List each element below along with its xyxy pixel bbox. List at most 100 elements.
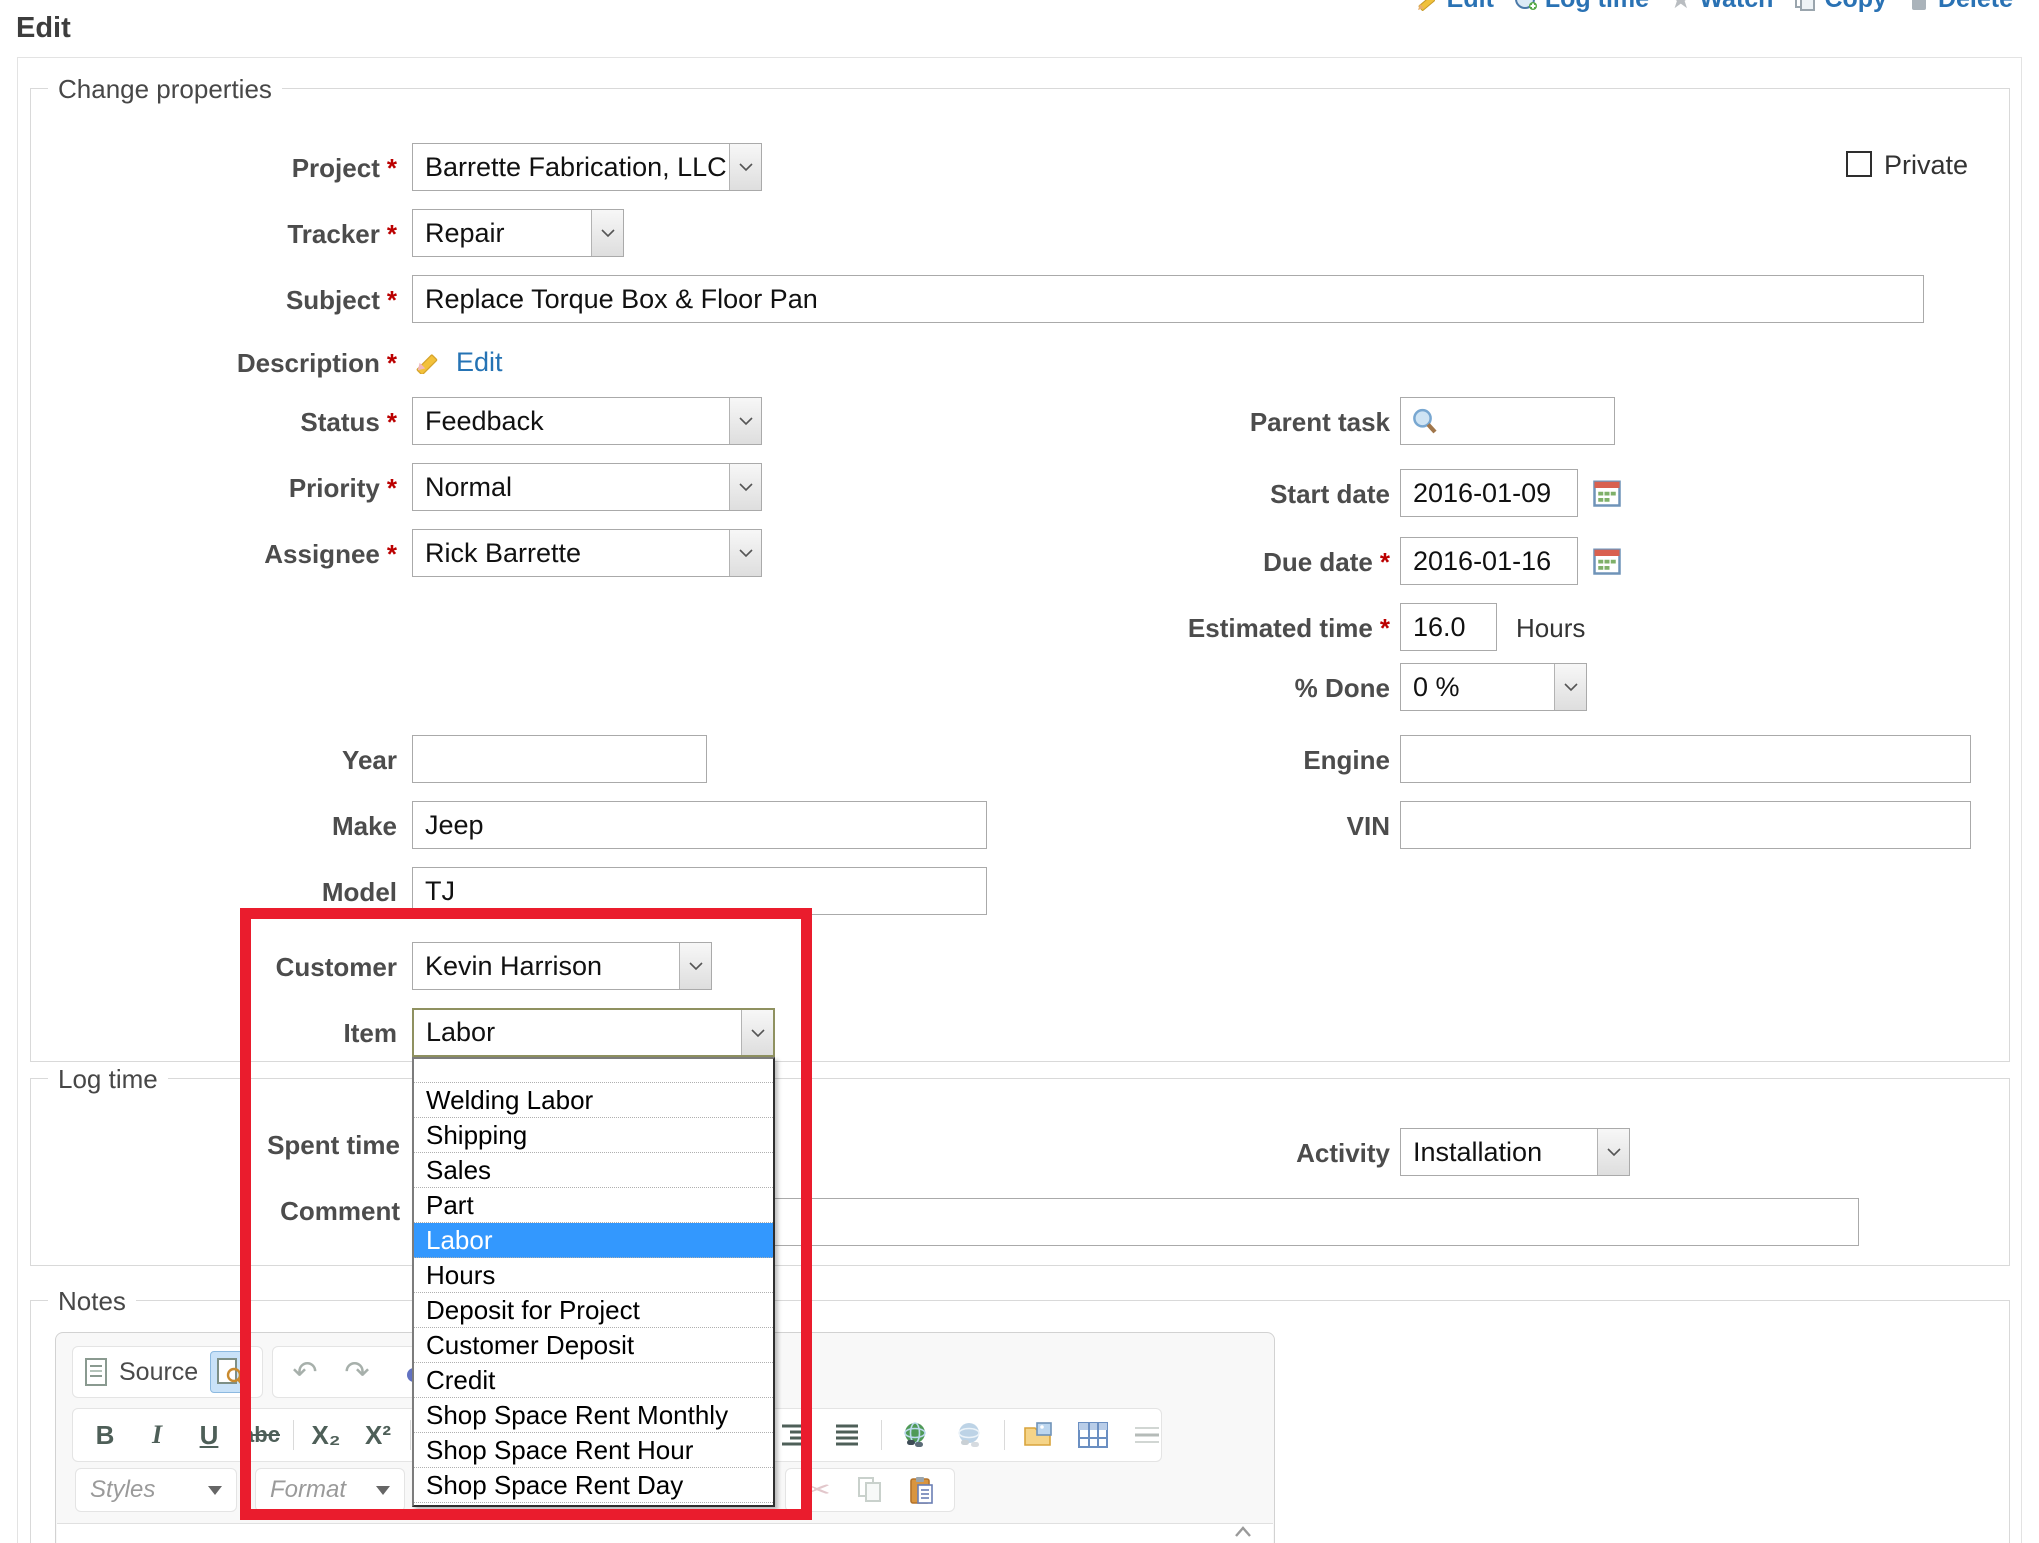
dropdown-option[interactable]: Credit xyxy=(414,1363,773,1398)
copy-pages-icon xyxy=(858,1477,882,1503)
dropdown-option[interactable]: Part xyxy=(414,1188,773,1223)
document-icon xyxy=(85,1358,107,1386)
chevron-down-icon[interactable] xyxy=(679,943,711,989)
issue-action-toolbar: Edit Log time ★ Watch Copy Delete xyxy=(1416,0,2013,15)
italic-button[interactable]: I xyxy=(137,1414,177,1456)
copy-icon xyxy=(1793,0,1817,12)
priority-select-value: Normal xyxy=(413,472,729,503)
trash-icon xyxy=(1907,0,1931,12)
copy-action-link[interactable]: Copy xyxy=(1793,0,1887,14)
make-input[interactable] xyxy=(412,801,987,849)
strikethrough-icon: abc xyxy=(242,1422,280,1448)
chevron-down-icon[interactable] xyxy=(1597,1129,1629,1175)
dropdown-option[interactable]: Sales xyxy=(414,1153,773,1188)
activity-select-value: Installation xyxy=(1401,1137,1597,1168)
priority-select[interactable]: Normal xyxy=(412,463,762,511)
styles-dropdown-label: Styles xyxy=(90,1476,155,1504)
model-input[interactable] xyxy=(412,867,987,915)
paste-button[interactable] xyxy=(902,1472,942,1508)
dropdown-option-selected[interactable]: Labor xyxy=(414,1223,773,1258)
done-ratio-select[interactable]: 0 % xyxy=(1400,663,1587,711)
undo-button[interactable]: ↶ xyxy=(285,1351,325,1393)
superscript-button[interactable]: X² xyxy=(358,1414,398,1456)
chevron-down-icon[interactable] xyxy=(729,464,761,510)
underline-button[interactable]: U xyxy=(189,1414,229,1456)
copy-button[interactable] xyxy=(850,1472,890,1508)
superscript-icon: X² xyxy=(365,1420,391,1451)
dropdown-option[interactable]: Deposit for Project xyxy=(414,1293,773,1328)
change-properties-legend: Change properties xyxy=(48,74,282,105)
edit-action-link[interactable]: Edit xyxy=(1416,0,1494,14)
due-date-input[interactable] xyxy=(1400,537,1578,585)
assignee-select[interactable]: Rick Barrette xyxy=(412,529,762,577)
subject-input[interactable] xyxy=(412,275,1924,323)
chevron-down-icon[interactable] xyxy=(741,1010,773,1055)
source-button[interactable]: Source xyxy=(119,1358,198,1387)
log-time-action-link[interactable]: Log time xyxy=(1514,0,1649,14)
unlink-button[interactable] xyxy=(950,1414,990,1456)
project-select[interactable]: Barrette Fabrication, LLC xyxy=(412,143,762,191)
copy-action-label: Copy xyxy=(1824,0,1887,14)
chevron-down-icon[interactable] xyxy=(1554,664,1586,710)
status-select[interactable]: Feedback xyxy=(412,397,762,445)
image-button[interactable] xyxy=(1019,1414,1059,1456)
activity-select[interactable]: Installation xyxy=(1400,1128,1630,1176)
dropdown-option[interactable]: Shop Space Rent Monthly xyxy=(414,1398,773,1433)
caret-down-icon xyxy=(208,1486,222,1495)
start-date-input[interactable] xyxy=(1400,469,1578,517)
align-justify-icon xyxy=(834,1423,860,1447)
paste-clipboard-icon xyxy=(910,1476,934,1504)
link-button[interactable] xyxy=(896,1414,936,1456)
delete-action-link[interactable]: Delete xyxy=(1907,0,2013,14)
engine-input[interactable] xyxy=(1400,735,1971,783)
dropdown-option[interactable]: Customer Deposit xyxy=(414,1328,773,1363)
done-ratio-select-value: 0 % xyxy=(1401,672,1554,703)
chevron-down-icon[interactable] xyxy=(729,144,761,190)
watch-action-link[interactable]: ★ Watch xyxy=(1669,0,1773,15)
dropdown-option[interactable]: Welding Labor xyxy=(414,1083,773,1118)
styles-dropdown[interactable]: Styles xyxy=(75,1468,237,1512)
dropdown-option[interactable]: Hours xyxy=(414,1258,773,1293)
status-select-value: Feedback xyxy=(413,406,729,437)
chevron-down-icon[interactable] xyxy=(591,210,623,256)
underline-icon: U xyxy=(200,1420,219,1451)
customer-select[interactable]: Kevin Harrison xyxy=(412,942,712,990)
image-icon xyxy=(1024,1422,1054,1448)
assignee-select-value: Rick Barrette xyxy=(413,538,729,569)
year-input[interactable] xyxy=(412,735,707,783)
item-select-value: Labor xyxy=(414,1017,741,1048)
redo-button[interactable]: ↷ xyxy=(337,1351,377,1393)
horizontal-rule-button[interactable] xyxy=(1127,1414,1167,1456)
subscript-button[interactable]: X₂ xyxy=(306,1414,346,1456)
caret-down-icon xyxy=(376,1486,390,1495)
editor-history-group: ↶ ↷ xyxy=(272,1346,432,1398)
toolbar-separator xyxy=(1004,1420,1005,1450)
issue-edit-page: Edit Log time ★ Watch Copy Delete Edit C… xyxy=(0,0,2039,1543)
vin-input[interactable] xyxy=(1400,801,1971,849)
private-checkbox[interactable] xyxy=(1846,151,1872,177)
tracker-select[interactable]: Repair xyxy=(412,209,624,257)
align-justify-button[interactable] xyxy=(827,1414,867,1456)
link-globe-icon xyxy=(901,1421,931,1449)
editor-insert-cluster xyxy=(773,1414,1167,1456)
dropdown-option[interactable]: Shop Space Rent Day xyxy=(414,1468,773,1503)
table-button[interactable] xyxy=(1073,1414,1113,1456)
notes-editor-content[interactable] xyxy=(57,1523,1273,1543)
chevron-down-icon[interactable] xyxy=(729,530,761,576)
item-select[interactable]: Labor xyxy=(412,1008,775,1057)
strikethrough-button[interactable]: abc xyxy=(241,1414,281,1456)
dropdown-option[interactable]: Shop Space Rent Hour xyxy=(414,1433,773,1468)
format-dropdown-label: Format xyxy=(270,1476,346,1504)
page-title: Edit xyxy=(16,12,71,45)
format-dropdown[interactable]: Format xyxy=(255,1468,405,1512)
estimated-time-input[interactable] xyxy=(1400,603,1497,651)
scroll-up-icon[interactable] xyxy=(1232,1524,1254,1543)
tracker-select-value: Repair xyxy=(413,218,591,249)
dropdown-option[interactable]: Shipping xyxy=(414,1118,773,1153)
bold-button[interactable]: B xyxy=(85,1414,125,1456)
chevron-down-icon[interactable] xyxy=(729,398,761,444)
indent-button[interactable] xyxy=(773,1414,813,1456)
cut-button[interactable]: ✂ xyxy=(798,1472,838,1508)
preview-button[interactable] xyxy=(210,1351,250,1393)
dropdown-option[interactable] xyxy=(414,1059,773,1083)
